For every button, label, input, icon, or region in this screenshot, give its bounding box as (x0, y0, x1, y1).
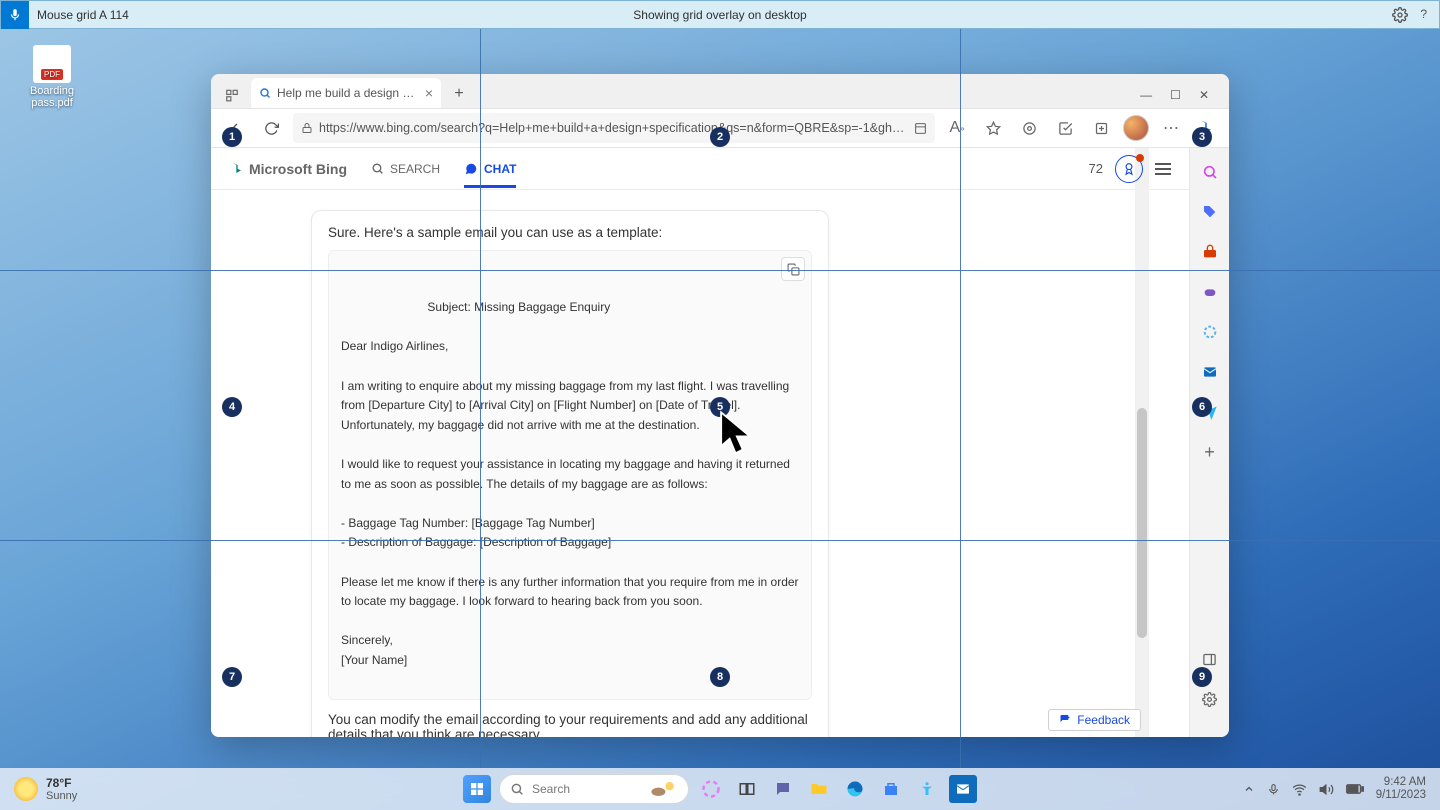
edge-browser-window: Help me build a design specificat × + — … (211, 74, 1229, 737)
read-aloud-icon[interactable]: A» (943, 114, 971, 142)
outlook-icon[interactable] (1198, 360, 1222, 384)
nav-search[interactable]: SEARCH (371, 162, 440, 176)
page-content: Microsoft Bing SEARCH CHAT 72 (211, 148, 1189, 737)
search-icon (259, 87, 271, 99)
address-bar: https://www.bing.com/search?q=Help+me+bu… (211, 108, 1229, 148)
email-template-block: Subject: Missing Baggage Enquiry Dear In… (328, 250, 812, 700)
new-tab-button[interactable]: + (445, 80, 473, 108)
email-template-text: Subject: Missing Baggage Enquiry Dear In… (341, 300, 802, 667)
copilot-taskbar-icon[interactable] (697, 775, 725, 803)
profile-avatar[interactable] (1123, 115, 1149, 141)
message-intro: Sure. Here's a sample email you can use … (328, 225, 812, 240)
refresh-icon[interactable] (257, 114, 285, 142)
task-view-icon[interactable] (733, 775, 761, 803)
games-icon[interactable] (1198, 280, 1222, 304)
explorer-icon[interactable] (805, 775, 833, 803)
favorites-icon[interactable] (1051, 114, 1079, 142)
chat-taskbar-icon[interactable] (769, 775, 797, 803)
app-icon[interactable] (914, 122, 927, 135)
browser-tab[interactable]: Help me build a design specificat × (251, 78, 441, 108)
voice-command-text: Mouse grid A 114 (29, 8, 129, 22)
message-outro: You can modify the email according to yo… (328, 712, 812, 737)
taskbar-clock[interactable]: 9:42 AM 9/11/2023 (1376, 776, 1426, 802)
bing-copilot-icon[interactable] (1193, 115, 1219, 141)
bing-logo[interactable]: Microsoft Bing (229, 161, 347, 177)
window-minimize-icon[interactable]: — (1140, 88, 1152, 102)
taskbar-weather[interactable]: 78°F Sunny (14, 776, 77, 802)
desktop-file-label: Boarding pass.pdf (22, 85, 82, 109)
collections-icon[interactable] (1087, 114, 1115, 142)
feedback-button[interactable]: Feedback (1048, 709, 1141, 731)
edge-sidebar: + (1189, 148, 1229, 737)
sun-icon (14, 777, 38, 801)
hamburger-icon[interactable] (1155, 163, 1171, 175)
nav-chat[interactable]: CHAT (464, 162, 516, 188)
sidebar-toggle-icon[interactable] (1198, 647, 1222, 671)
help-icon[interactable]: ? (1420, 7, 1427, 23)
tab-close-icon[interactable]: × (425, 85, 433, 101)
extensions-icon[interactable] (1015, 114, 1043, 142)
tab-strip: Help me build a design specificat × + — … (211, 74, 1229, 108)
mail-taskbar-icon[interactable] (949, 775, 977, 803)
weather-temp: 78°F (46, 776, 77, 790)
assistant-message: Sure. Here's a sample email you can use … (311, 210, 829, 737)
wifi-icon[interactable] (1292, 782, 1307, 797)
tab-actions-icon[interactable] (219, 82, 245, 108)
sidebar-settings-icon[interactable] (1198, 687, 1222, 711)
copy-icon[interactable] (781, 257, 805, 281)
back-icon[interactable] (221, 114, 249, 142)
url-text: https://www.bing.com/search?q=Help+me+bu… (319, 121, 908, 135)
store-icon[interactable] (877, 775, 905, 803)
search-icon[interactable] (1198, 160, 1222, 184)
chat-area: Sure. Here's a sample email you can use … (211, 190, 1189, 737)
window-maximize-icon[interactable]: ☐ (1170, 88, 1181, 102)
edge-taskbar-icon[interactable] (841, 775, 869, 803)
rewards-icon[interactable] (1115, 155, 1143, 183)
drop-icon[interactable] (1198, 400, 1222, 424)
tools-icon[interactable] (1198, 240, 1222, 264)
add-sidebar-icon[interactable]: + (1198, 440, 1222, 464)
favorites-star-icon[interactable] (979, 114, 1007, 142)
window-close-icon[interactable]: ✕ (1199, 88, 1209, 102)
tab-title: Help me build a design specificat (277, 86, 419, 100)
m365-icon[interactable] (1198, 320, 1222, 344)
taskbar-search[interactable]: Search (499, 774, 689, 804)
lock-icon (301, 122, 313, 134)
desktop-file-boarding-pass[interactable]: Boarding pass.pdf (22, 45, 82, 109)
battery-icon[interactable] (1346, 783, 1364, 795)
more-icon[interactable]: ⋯ (1157, 114, 1185, 142)
voice-status-text: Showing grid overlay on desktop (633, 8, 806, 22)
rewards-points: 72 (1089, 161, 1103, 176)
settings-icon[interactable] (1392, 7, 1408, 23)
start-icon[interactable] (463, 775, 491, 803)
microphone-icon[interactable] (1, 1, 29, 29)
windows-taskbar: 78°F Sunny Search 9:42 AM 9/11/2023 (0, 768, 1440, 810)
tray-mic-icon[interactable] (1267, 783, 1280, 796)
tray-chevron-icon[interactable] (1243, 783, 1255, 795)
url-field[interactable]: https://www.bing.com/search?q=Help+me+bu… (293, 113, 935, 143)
accessibility-icon[interactable] (913, 775, 941, 803)
shopping-tag-icon[interactable] (1198, 200, 1222, 224)
voice-access-bar: Mouse grid A 114 Showing grid overlay on… (0, 0, 1440, 29)
volume-icon[interactable] (1319, 782, 1334, 797)
pdf-icon (33, 45, 71, 83)
bing-header: Microsoft Bing SEARCH CHAT 72 (211, 148, 1189, 190)
weather-desc: Sunny (46, 790, 77, 802)
